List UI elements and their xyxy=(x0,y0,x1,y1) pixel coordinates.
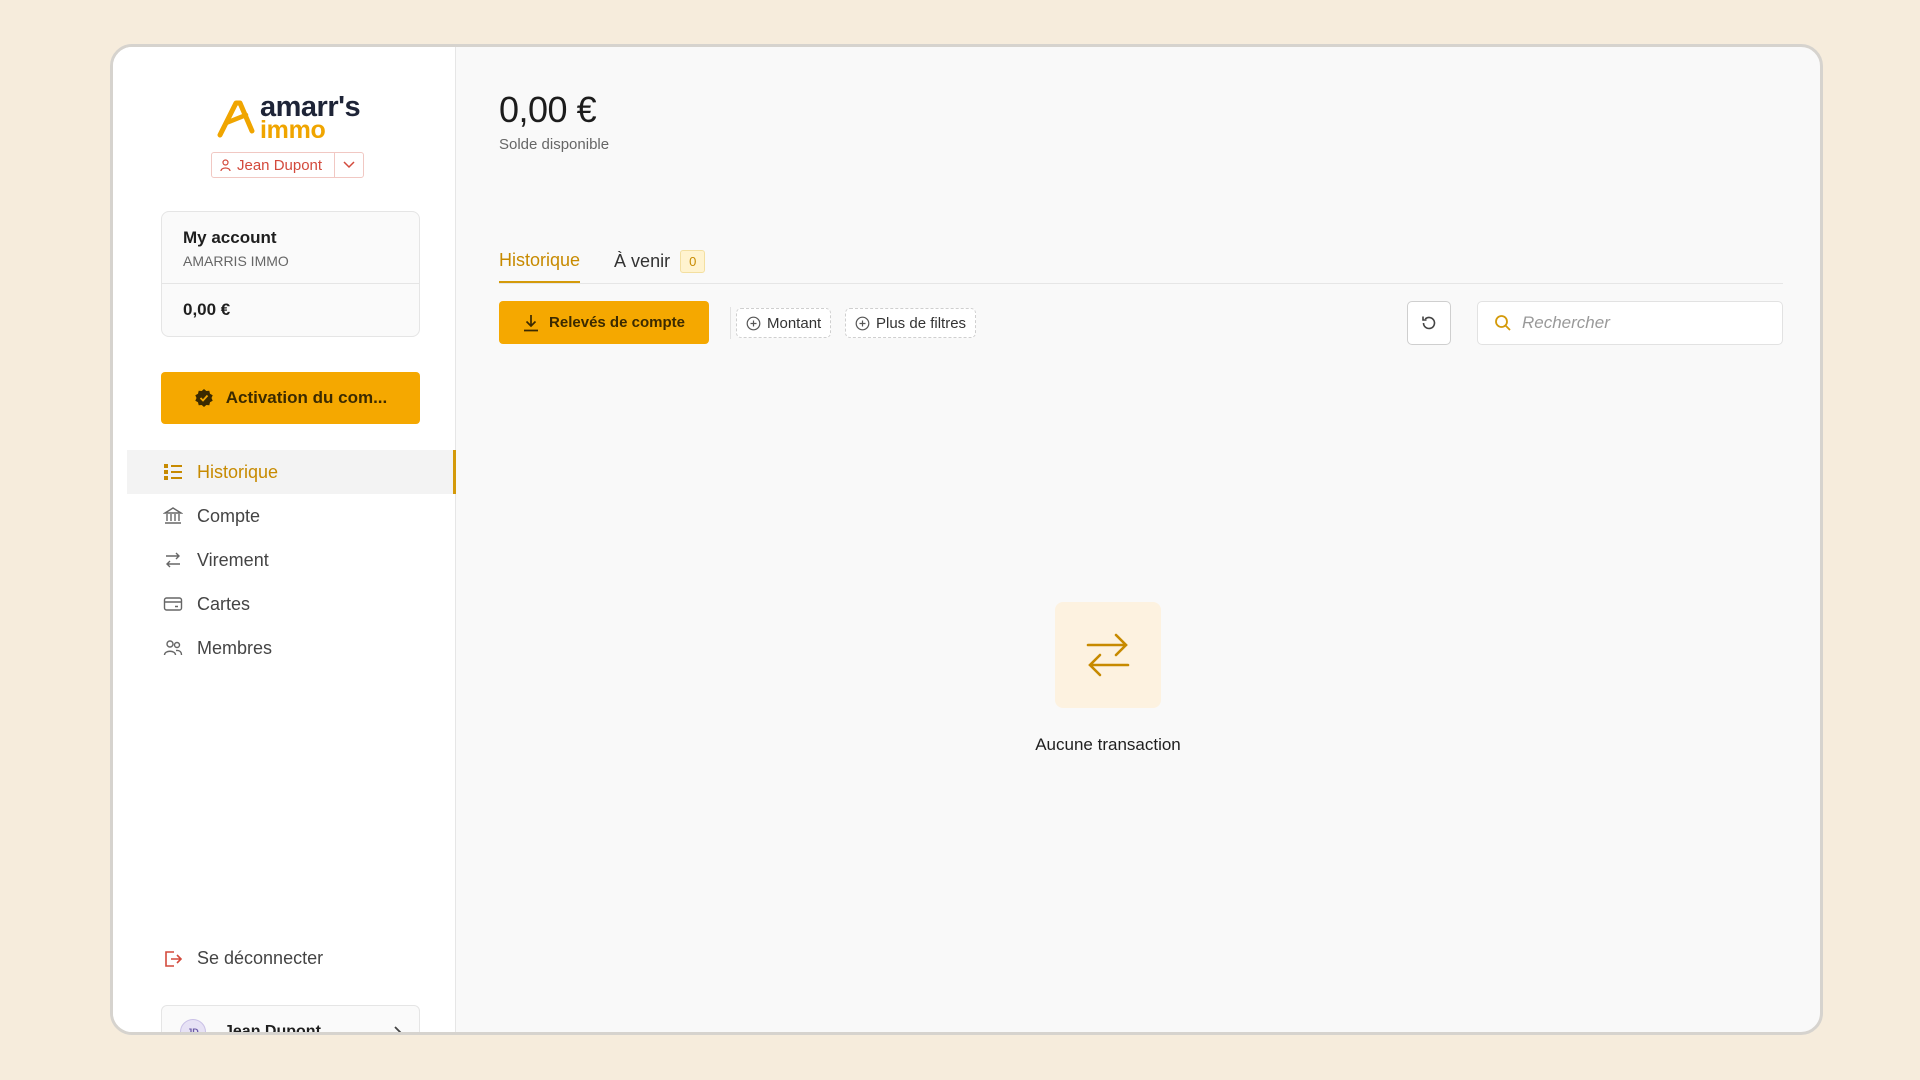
more-filters-label: Plus de filtres xyxy=(876,314,967,332)
filter-amount-button[interactable]: Montant xyxy=(736,308,832,338)
search-icon xyxy=(1495,315,1511,331)
card-icon xyxy=(163,597,183,611)
tab-label: À venir xyxy=(614,251,671,271)
sidebar: amarr's immo Jean Dupont My account AMAR… xyxy=(113,47,456,1032)
tab-label: Historique xyxy=(499,250,581,270)
sidebar-item-historique[interactable]: Historique xyxy=(127,450,456,494)
tab-bar: Historique À venir 0 xyxy=(499,240,1783,284)
user-switcher[interactable]: Jean Dupont xyxy=(211,152,365,178)
sidebar-item-cartes[interactable]: Cartes xyxy=(127,582,456,626)
sidebar-item-virement[interactable]: Virement xyxy=(127,538,456,582)
profile-card[interactable]: JD Jean Dupont xyxy=(161,1005,420,1035)
chevron-down-icon[interactable] xyxy=(335,153,363,177)
logout-button[interactable]: Se déconnecter xyxy=(163,948,323,969)
toolbar: Relevés de compte Montant Plus de filtre… xyxy=(499,301,1783,345)
refresh-button[interactable] xyxy=(1407,301,1451,345)
search-input[interactable] xyxy=(1522,313,1762,333)
list-icon xyxy=(164,464,182,480)
sidebar-item-compte[interactable]: Compte xyxy=(127,494,456,538)
transfer-icon xyxy=(1055,602,1161,708)
more-filters-button[interactable]: Plus de filtres xyxy=(845,308,977,338)
user-switcher-label: Jean Dupont xyxy=(237,156,323,174)
sidebar-item-label: Cartes xyxy=(197,593,251,614)
search-box[interactable] xyxy=(1477,301,1783,345)
user-switcher-name[interactable]: Jean Dupont xyxy=(212,153,336,177)
transfer-icon xyxy=(166,552,180,568)
profile-name: Jean Dupont xyxy=(224,1023,321,1035)
chevron-right-icon xyxy=(394,1026,402,1032)
refresh-icon xyxy=(1422,316,1436,330)
toolbar-divider xyxy=(730,307,731,339)
count-badge: 0 xyxy=(680,250,706,273)
plus-circle-icon xyxy=(746,316,761,330)
sidebar-item-label: Membres xyxy=(197,637,273,658)
download-icon xyxy=(524,314,539,331)
brand-wordmark: amarr's immo xyxy=(260,93,361,143)
plus-circle-icon xyxy=(855,316,870,330)
empty-state: Aucune transaction xyxy=(1008,602,1208,755)
app-window: amarr's immo Jean Dupont My account AMAR… xyxy=(110,44,1823,1035)
account-card[interactable]: My account AMARRIS IMMO 0,00 € xyxy=(161,211,420,337)
sidebar-item-membres[interactable]: Membres xyxy=(127,626,456,670)
account-title: My account xyxy=(183,228,277,247)
activation-button-label: Activation du com... xyxy=(225,388,388,407)
activation-button[interactable]: Activation du com... xyxy=(161,372,420,424)
sidebar-item-label: Historique xyxy=(197,461,279,482)
user-icon xyxy=(220,158,231,171)
balance-label: Solde disponible xyxy=(499,136,610,153)
account-subtitle: AMARRIS IMMO xyxy=(183,253,289,269)
logout-label: Se déconnecter xyxy=(197,948,324,968)
tab-historique[interactable]: Historique xyxy=(499,250,581,283)
logout-icon xyxy=(165,950,183,967)
bank-icon xyxy=(163,507,183,524)
users-icon xyxy=(163,640,183,656)
balance-summary: 0,00 € Solde disponible xyxy=(499,89,609,153)
sidebar-nav: Historique Compte Virement Cartes Membre… xyxy=(127,450,456,670)
download-statements-label: Relevés de compte xyxy=(549,314,685,331)
brand-logo[interactable]: amarr's immo xyxy=(216,93,376,143)
tab-a-venir[interactable]: À venir 0 xyxy=(614,250,706,283)
download-statements-button[interactable]: Relevés de compte xyxy=(499,301,709,344)
main-content: 0,00 € Solde disponible Historique À ven… xyxy=(456,47,1820,1032)
verified-badge-icon xyxy=(195,389,213,407)
avatar: JD xyxy=(180,1019,206,1032)
balance-amount: 0,00 € xyxy=(499,89,597,130)
empty-state-text: Aucune transaction xyxy=(1035,735,1181,754)
account-balance: 0,00 € xyxy=(183,300,231,319)
logo-mark-icon xyxy=(217,100,255,138)
filter-amount-label: Montant xyxy=(767,314,822,332)
sidebar-item-label: Compte xyxy=(197,505,261,526)
sidebar-item-label: Virement xyxy=(197,549,269,570)
